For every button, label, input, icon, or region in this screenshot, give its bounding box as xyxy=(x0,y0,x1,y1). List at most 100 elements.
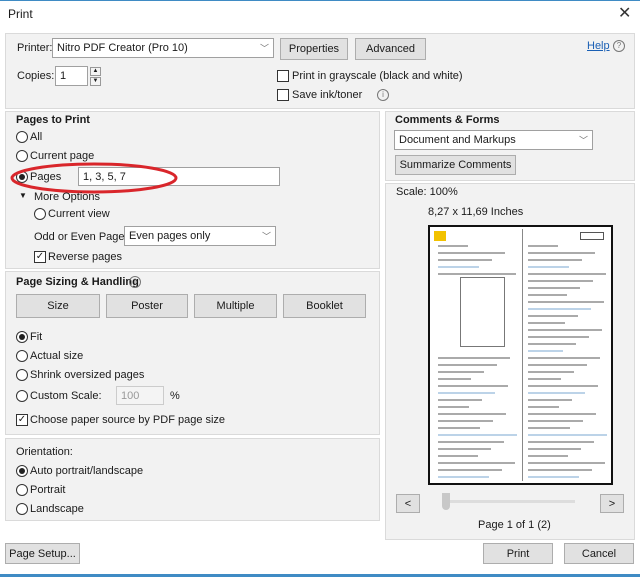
radio-landscape[interactable] xyxy=(16,503,28,515)
prev-page-button[interactable]: < xyxy=(396,494,420,513)
preview-text-line xyxy=(528,406,559,408)
custom-scale-input[interactable]: 100 xyxy=(116,386,164,405)
preview-text-line xyxy=(528,294,567,296)
printer-select[interactable]: Nitro PDF Creator (Pro 10) ﹀ xyxy=(52,38,274,58)
preview-text-line xyxy=(528,392,585,394)
copies-input[interactable]: 1 xyxy=(55,66,88,86)
preview-text-line xyxy=(528,378,561,380)
preview-text-line xyxy=(528,350,563,352)
preview-text-line xyxy=(438,266,479,268)
help-icon[interactable]: ? xyxy=(613,40,625,52)
radio-fit[interactable] xyxy=(16,331,28,343)
radio-actual-size-label: Actual size xyxy=(30,350,84,362)
preview-text-line xyxy=(438,462,515,464)
printer-label: Printer: xyxy=(17,42,53,54)
preview-text-line xyxy=(438,245,468,247)
preview-text-line xyxy=(528,413,596,415)
radio-auto-orientation[interactable] xyxy=(16,465,28,477)
radio-actual-size[interactable] xyxy=(16,350,28,362)
chevron-down-icon: ﹀ xyxy=(259,43,269,54)
close-icon[interactable]: ✕ xyxy=(618,3,631,23)
comments-select[interactable]: Document and Markups ﹀ xyxy=(394,130,593,150)
info-icon[interactable]: i xyxy=(377,89,389,101)
window-title: Print xyxy=(8,7,33,21)
radio-portrait-label: Portrait xyxy=(30,484,66,496)
paper-source-label: Choose paper source by PDF page size xyxy=(30,414,226,426)
preview-text-line xyxy=(528,455,568,457)
advanced-button[interactable]: Advanced xyxy=(355,38,426,60)
page-status: Page 1 of 1 (2) xyxy=(478,519,551,531)
page-setup-button[interactable]: Page Setup... xyxy=(5,543,80,564)
preview-text-line xyxy=(438,399,482,401)
preview-text-line xyxy=(438,441,504,443)
odd-even-select[interactable]: Even pages only ﹀ xyxy=(124,226,276,246)
preview-text-line xyxy=(528,364,587,366)
page-sizing-title: Page Sizing & Handling xyxy=(16,276,139,288)
paper-source-checkbox[interactable]: ✓ xyxy=(16,414,28,426)
odd-even-label: Odd or Even Pages: xyxy=(34,231,134,243)
properties-button[interactable]: Properties xyxy=(280,38,348,60)
poster-button[interactable]: Poster xyxy=(106,294,188,318)
print-button[interactable]: Print xyxy=(483,543,553,564)
preview-text-line xyxy=(438,406,469,408)
preview-text-line xyxy=(528,462,605,464)
booklet-button[interactable]: Booklet xyxy=(283,294,366,318)
copies-down-button[interactable]: ▼ xyxy=(90,77,101,86)
multiple-button[interactable]: Multiple xyxy=(194,294,277,318)
cancel-button[interactable]: Cancel xyxy=(564,543,634,564)
printer-value: Nitro PDF Creator (Pro 10) xyxy=(57,42,188,54)
preview-text-line xyxy=(528,301,604,303)
pages-to-print-title: Pages to Print xyxy=(16,114,90,126)
chevron-down-icon: ﹀ xyxy=(578,135,588,146)
preview-text-line xyxy=(528,371,574,373)
preview-logo xyxy=(434,231,446,241)
preview-text-line xyxy=(438,427,480,429)
chevron-down-icon: ﹀ xyxy=(261,231,271,242)
reverse-pages-checkbox[interactable]: ✓ xyxy=(34,251,46,263)
preview-text-line xyxy=(528,266,569,268)
preview-text-line xyxy=(528,287,580,289)
copies-up-button[interactable]: ▲ xyxy=(90,67,101,76)
summarize-comments-button[interactable]: Summarize Comments xyxy=(395,155,516,175)
page-slider-thumb[interactable] xyxy=(442,493,450,510)
radio-current-view[interactable] xyxy=(34,208,46,220)
page-slider-track[interactable] xyxy=(445,500,575,503)
save-ink-checkbox[interactable] xyxy=(277,89,289,101)
comments-title: Comments & Forms xyxy=(395,114,500,126)
radio-shrink[interactable] xyxy=(16,369,28,381)
scale-label: Scale: 100% xyxy=(396,186,458,198)
preview-text-line xyxy=(438,364,497,366)
radio-fit-label: Fit xyxy=(30,331,43,343)
copies-label: Copies: xyxy=(17,70,55,82)
comments-value: Document and Markups xyxy=(399,134,516,146)
preview-text-line xyxy=(528,343,576,345)
preview-text-line xyxy=(438,434,517,436)
preview-text-line xyxy=(438,252,505,254)
preview-text-line xyxy=(438,420,493,422)
odd-even-value: Even pages only xyxy=(129,230,211,242)
expand-triangle-icon[interactable]: ▼ xyxy=(19,191,27,200)
help-link[interactable]: Help xyxy=(587,40,610,52)
preview-text-line xyxy=(528,399,572,401)
preview-text-line xyxy=(528,329,602,331)
preview-text-line xyxy=(438,448,491,450)
size-button[interactable]: Size xyxy=(16,294,100,318)
radio-current-view-label: Current view xyxy=(48,208,110,220)
next-page-button[interactable]: > xyxy=(600,494,624,513)
info-icon[interactable]: i xyxy=(129,276,141,288)
grayscale-checkbox[interactable] xyxy=(277,70,289,82)
dimensions-label: 8,27 x 11,69 Inches xyxy=(428,206,524,218)
radio-custom-scale[interactable] xyxy=(16,390,28,402)
preview-text-line xyxy=(438,469,502,471)
more-options-toggle[interactable]: More Options xyxy=(34,191,100,203)
save-ink-label: Save ink/toner xyxy=(292,89,363,101)
preview-text-line xyxy=(528,476,579,478)
radio-portrait[interactable] xyxy=(16,484,28,496)
radio-landscape-label: Landscape xyxy=(30,503,84,515)
radio-shrink-label: Shrink oversized pages xyxy=(30,369,145,381)
orientation-title: Orientation: xyxy=(16,446,73,458)
radio-all[interactable] xyxy=(16,131,28,143)
radio-auto-label: Auto portrait/landscape xyxy=(30,465,144,477)
preview-text-line xyxy=(438,371,484,373)
reverse-pages-label: Reverse pages xyxy=(48,251,122,263)
